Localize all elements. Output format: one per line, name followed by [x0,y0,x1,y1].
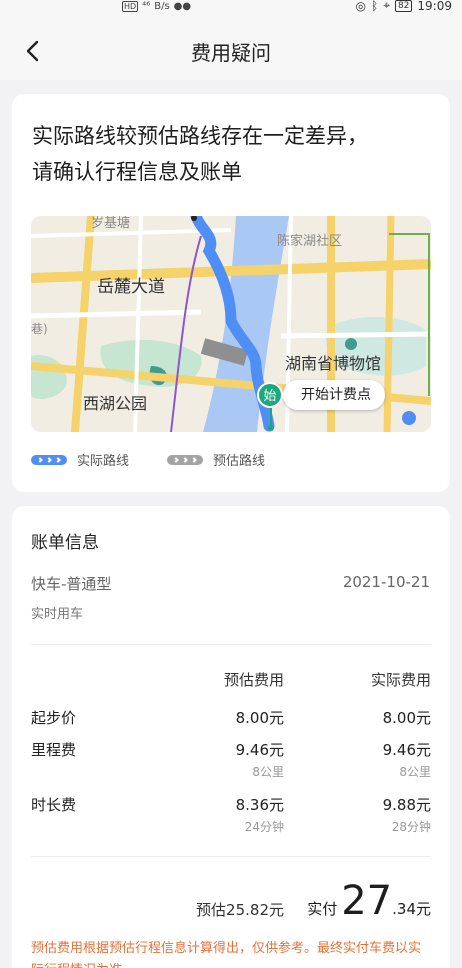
actual-route-swatch [31,454,67,465]
battery-icon: 82 [394,0,413,12]
estimated-total: 预估25.82元 [196,901,284,919]
location-icon: ⌖ [383,0,390,12]
fee-actual-value: 8.00元 [382,709,431,727]
fee-estimated-sub: 8公里 [252,765,284,779]
map-label-road: 岳麓大道 [97,277,165,297]
actual-total-integer: 27 [341,878,393,924]
status-bar-right: ◎ ᛒ ⌖ 82 19:09 [355,0,452,13]
estimated-route-swatch [167,454,204,465]
fee-row-label: 时长费 [31,796,77,814]
network-speed: B/s [154,0,170,12]
legend-estimated-label: 预估路线 [213,454,266,469]
fee-estimated-value: 8.36元 [235,796,284,814]
fee-disclaimer: 预估费用根据预估行程信息计算得出，仅供参考。最终实付车费以实际行程情况为准 [31,941,422,968]
headline-line-2: 请确认行程信息及账单 [32,160,242,184]
clock: 19:09 [417,0,452,13]
fee-actual-sub: 8公里 [399,765,431,779]
legend-actual-label: 实际路线 [77,454,130,469]
hd-icon: HD [122,0,139,12]
nav-bar: 费用疑问 [0,20,462,80]
fee-actual-value: 9.88元 [382,796,431,814]
divider [31,856,431,857]
actual-total: 实付 27 .34元 [307,879,431,923]
car-type: 快车-普通型 [31,575,112,593]
nfc-icon: ◎ [355,0,366,13]
route-map[interactable]: 岁基塘 陈家湖社区 岳麓大道 巷) 湖南省博物馆 西湖公园 开始计费点 始 [31,216,431,432]
col-actual-header: 实际费用 [370,671,431,689]
headline-line-1: 实际路线较预估路线存在一定差异， [32,124,368,148]
bill-title: 账单信息 [31,533,99,553]
actual-total-label: 实付 [307,900,338,918]
route-card: 实际路线较预估路线存在一定差异， 请确认行程信息及账单 岁基塘 陈家湖社区 岳麓… [12,94,450,492]
col-estimated-header: 预估费用 [223,671,284,689]
start-billing-label: 开始计费点 [283,380,385,410]
fee-estimated-value: 8.00元 [235,709,284,727]
route-legend: 实际路线 预估路线 [31,450,265,469]
map-label-museum: 湖南省博物馆 [285,354,382,373]
status-bar: HD ⁴⁶ B/s ●● ◎ ᛒ ⌖ 82 19:09 [0,0,462,20]
bill-card: 账单信息 快车-普通型 2021-10-21 实时用车 预估费用 实际费用 起步… [12,506,450,968]
map-label-park: 西湖公园 [83,394,148,413]
wechat-icon: ●● [173,0,192,12]
start-marker-icon: 始 [257,382,283,408]
divider [31,644,431,645]
fee-row-label: 起步价 [31,709,77,727]
page-title: 费用疑问 [191,41,271,65]
fee-row-label: 里程费 [31,741,77,759]
fee-actual-value: 9.46元 [382,741,431,759]
trip-date: 2021-10-21 [342,573,430,591]
map-label-top-left: 岁基塘 [91,216,131,231]
actual-total-decimal: .34元 [392,900,431,918]
ride-mode: 实时用车 [31,607,84,622]
route-headline: 实际路线较预估路线存在一定差异， 请确认行程信息及账单 [32,118,432,190]
bluetooth-icon: ᛒ [370,0,379,13]
fee-estimated-sub: 24分钟 [244,820,284,834]
fee-estimated-value: 9.46元 [235,741,284,759]
status-bar-left: HD ⁴⁶ B/s ●● [122,0,191,12]
fee-actual-sub: 28分钟 [391,820,431,834]
signal-icon: ⁴⁶ [142,0,151,12]
map-label-left-edge: 巷) [31,322,48,336]
map-label-top-right: 陈家湖社区 [277,234,343,249]
